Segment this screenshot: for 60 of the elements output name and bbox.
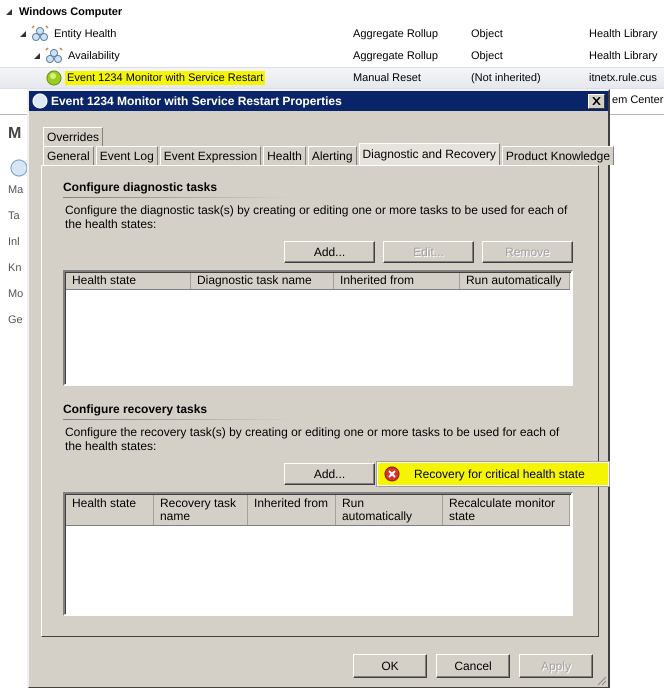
tree-item-label[interactable]: Windows Computer [17,5,124,19]
table-cell-text: Aggregate Rollup [353,50,440,62]
aggregate-icon [31,25,49,43]
column-header[interactable]: Health state [66,495,154,525]
tab[interactable]: Event Log [96,146,158,165]
monitor-state-icon [46,70,62,86]
column-header[interactable]: Run automatically [460,273,570,289]
table-cell-text: Health Library [589,50,658,62]
property-label: Inl [8,235,20,250]
tab[interactable]: Health [263,146,306,165]
tab[interactable]: Alerting [308,146,357,165]
tab[interactable]: Overrides [43,127,104,146]
description-text: Configure the recovery task(s) by creating or editing one or more tasks to be used for each of the health states: [64,425,560,453]
expander-icon[interactable] [18,29,28,39]
error-icon [384,466,400,482]
close-button[interactable] [588,94,605,108]
tree-item-label[interactable]: Availability [66,49,122,63]
app-icon [32,93,48,109]
close-icon [592,97,601,105]
property-label: Ge [8,313,23,328]
table-cell-text: Manual Reset [353,72,422,84]
circle-icon [10,159,28,177]
table-cell-text: (Not inherited) [471,72,542,84]
section-heading: M [8,125,22,143]
recovery-task-button[interactable]: Add... [284,463,375,485]
expander-icon[interactable] [32,51,42,61]
column-header[interactable]: Health state [66,273,191,289]
description-text: Configure the diagnostic task(s) by creating or editing one or more tasks to be used for each of the health states: [64,203,568,231]
window-title: Event 1234 Monitor with Service Restart Properties [51,94,343,108]
property-label: Kn [8,261,22,276]
column-header[interactable]: Run automatically [336,495,443,525]
table-cell-text: Object [471,50,504,62]
column-header[interactable]: Recalculate monitor state [443,495,570,525]
table-cell-text: Object [471,28,504,40]
column-header[interactable]: Inherited from [334,273,460,289]
tree-item-label[interactable]: Entity Health [52,27,118,41]
column-header[interactable]: Recovery task name [154,495,248,525]
table-cell-text: itnetx.rule.cus [589,72,658,84]
column-header[interactable]: Diagnostic task name [191,273,334,289]
expander-icon[interactable] [4,7,14,17]
property-label: Ma [8,183,24,198]
menu-item[interactable]: Recovery for critical health state [378,463,608,485]
tab[interactable]: Diagnostic and Recovery [358,143,500,165]
aggregate-icon [45,47,63,65]
dialog-button[interactable]: OK [353,654,427,678]
table-cell: em Center [612,94,664,106]
column-header[interactable]: Inherited from [248,495,336,525]
property-label: Ta [8,209,20,224]
section-heading: Configure diagnostic tasks [63,180,218,194]
diagnostic-task-button[interactable]: Add... [284,241,375,263]
dialog-button[interactable]: Cancel [436,654,510,678]
table-cell-text: Aggregate Rollup [353,28,440,40]
property-label: Mo [8,287,24,302]
resize-grip-icon[interactable] [595,674,607,686]
tree-item-label[interactable]: Event 1234 Monitor with Service Restart [65,71,266,85]
tab[interactable]: Product Knowledge [502,146,614,165]
section-heading: Configure recovery tasks [63,402,208,416]
tab[interactable]: General [43,146,94,165]
tab[interactable]: Event Expression [160,146,262,165]
table-cell-text: Health Library [589,28,658,40]
